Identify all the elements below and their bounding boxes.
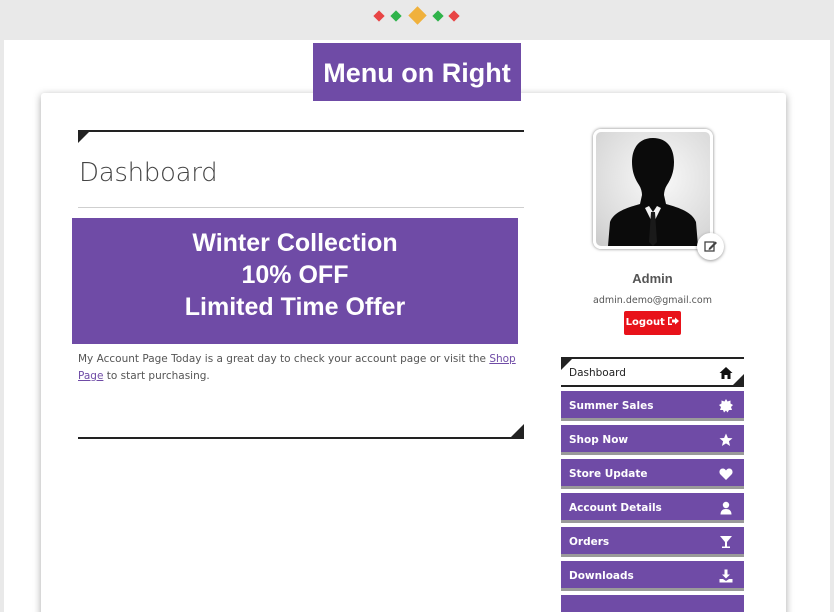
page-title: Dashboard xyxy=(79,158,218,188)
heart-icon xyxy=(719,468,733,480)
menu-item-label: Account Details xyxy=(569,502,662,514)
star-icon xyxy=(719,433,733,446)
diamond-green-icon xyxy=(432,10,444,22)
diamond-red-icon xyxy=(448,10,460,22)
menu-item-shop-now[interactable]: Shop Now xyxy=(561,425,744,455)
user-icon xyxy=(720,501,732,515)
menu-item-label: Shop Now xyxy=(569,434,629,446)
menu-item-summer-sales[interactable]: Summer Sales xyxy=(561,391,744,421)
menu-item-label: Store Update xyxy=(569,468,648,480)
title-divider xyxy=(78,207,524,208)
menu-item-account-details[interactable]: Account Details xyxy=(561,493,744,523)
banner-line-3: Limited Time Offer xyxy=(184,293,406,321)
menu-item-more[interactable] xyxy=(561,595,744,612)
menu-item-dashboard[interactable]: Dashboard xyxy=(561,357,744,387)
edit-icon xyxy=(704,241,717,252)
intro-text: My Account Page Today is a great day to … xyxy=(78,351,524,385)
edit-avatar-button[interactable] xyxy=(697,233,724,260)
menu-item-label: Downloads xyxy=(569,570,634,582)
corner-decoration xyxy=(733,374,744,385)
corner-decoration xyxy=(511,424,524,437)
logout-label: Logout xyxy=(625,317,665,328)
home-icon xyxy=(719,367,733,379)
promo-banner: Winter Collection 10% OFF Limited Time O… xyxy=(72,218,518,344)
user-name: Admin xyxy=(632,271,673,286)
menu-item-orders[interactable]: Orders xyxy=(561,527,744,557)
user-email: admin.demo@gmail.com xyxy=(593,295,712,306)
menu-item-downloads[interactable]: Downloads xyxy=(561,561,744,591)
menu-item-store-update[interactable]: Store Update xyxy=(561,459,744,489)
diamond-green-icon xyxy=(390,10,402,22)
diamond-ornament xyxy=(372,5,464,27)
top-bar xyxy=(0,0,834,40)
account-card: Dashboard Winter Collection 10% OFF Limi… xyxy=(41,93,786,612)
intro-suffix: to start purchasing. xyxy=(103,370,210,382)
banner-line-1: Winter Collection xyxy=(192,229,398,257)
menu-item-label: Orders xyxy=(569,536,610,548)
banner-line-2: 10% OFF xyxy=(241,261,349,289)
sign-out-icon xyxy=(668,317,680,325)
logout-button[interactable]: Logout xyxy=(624,311,681,335)
avatar xyxy=(593,129,713,249)
cocktail-icon xyxy=(720,536,732,548)
corner-decoration xyxy=(78,130,91,143)
diamond-red-icon xyxy=(373,10,385,22)
top-rule xyxy=(78,130,524,132)
download-icon xyxy=(719,569,733,583)
page-ribbon-title: Menu on Right xyxy=(313,43,521,101)
menu-item-label: Summer Sales xyxy=(569,400,654,412)
bottom-rule xyxy=(78,437,524,439)
diamond-gold-icon xyxy=(408,6,427,25)
user-silhouette-icon xyxy=(608,138,698,246)
intro-prefix: My Account Page Today is a great day to … xyxy=(78,353,490,365)
corner-decoration xyxy=(561,359,572,370)
badge-icon xyxy=(719,399,733,413)
menu-item-label: Dashboard xyxy=(569,367,626,379)
